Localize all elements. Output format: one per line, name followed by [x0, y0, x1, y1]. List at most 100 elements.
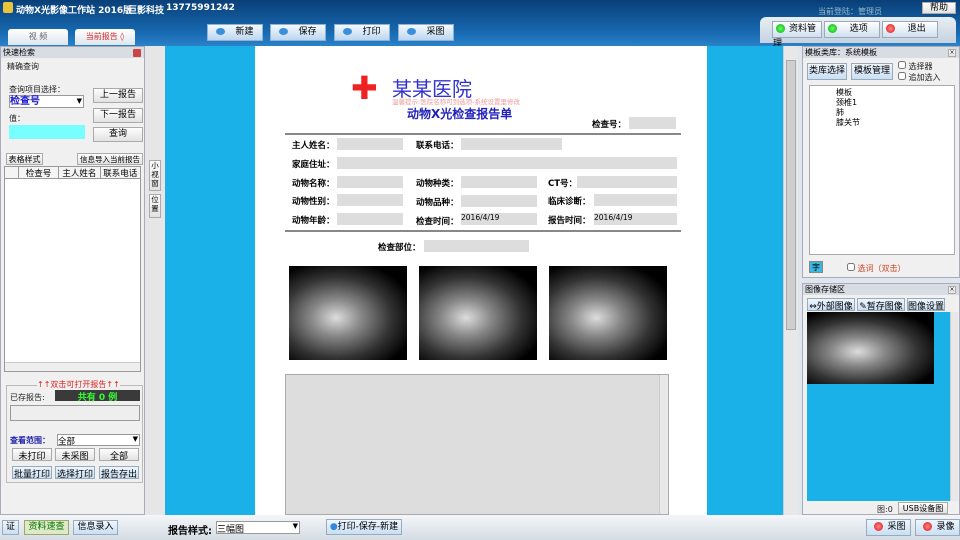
export-report-button[interactable]: 报告存出: [99, 466, 139, 480]
filter-no-image[interactable]: 未采图: [55, 448, 95, 462]
status-red-icon: [886, 24, 895, 33]
chevron-down-icon: ▼: [132, 435, 138, 443]
selector-checkbox[interactable]: 选择器: [898, 61, 933, 72]
position-tab[interactable]: 位置: [149, 194, 161, 218]
xray-image-3[interactable]: [549, 266, 667, 360]
exam-part-label: 检查部位：: [378, 243, 421, 253]
image-settings-button[interactable]: 图像设置: [907, 298, 945, 312]
image-list[interactable]: [807, 312, 950, 501]
value: 全部: [58, 437, 76, 447]
font-button[interactable]: 字: [809, 261, 823, 273]
capture-image-button[interactable]: 采图: [866, 519, 911, 536]
range-select[interactable]: 全部 ▼: [57, 434, 140, 447]
label: 采图: [887, 522, 906, 532]
checkbox[interactable]: [847, 263, 855, 271]
report-time-field[interactable]: 2016/4/19: [594, 213, 677, 225]
label: 追加选入: [908, 73, 941, 82]
col-phone[interactable]: 联系电话: [101, 167, 140, 178]
append-checkbox[interactable]: 追加选入: [898, 72, 941, 83]
template-tree[interactable]: 模板 颈椎1 肺 膝关节: [809, 85, 955, 255]
prev-report-button[interactable]: 上一报告: [93, 88, 143, 103]
tree-item[interactable]: 膝关节: [836, 118, 954, 128]
report-page: ✚ 某某医院 温馨提示:医院名称可到选项-系统设置里修改 动物X光检查报告单 检…: [255, 46, 707, 515]
bottom-tab-cert[interactable]: 证: [2, 520, 19, 535]
xray-image-1[interactable]: [289, 266, 407, 360]
report-style-label: 报告样式:: [168, 526, 212, 537]
import-info-button[interactable]: 信息导入当前报告: [77, 153, 143, 165]
tree-item[interactable]: 模板: [836, 88, 954, 98]
checkbox[interactable]: [898, 61, 906, 69]
saved-list[interactable]: [10, 405, 140, 421]
close-icon[interactable]: ×: [948, 286, 956, 294]
batch-print-button[interactable]: 批量打印: [12, 466, 52, 480]
print-button[interactable]: 打印: [334, 24, 390, 41]
filter-unprinted[interactable]: 未打印: [12, 448, 52, 462]
tab-video[interactable]: 视 频: [8, 29, 68, 45]
horizontal-scrollbar[interactable]: [5, 362, 140, 371]
scrollbar[interactable]: [659, 375, 668, 514]
animal-name-field[interactable]: [337, 176, 403, 188]
phone-label: 联系电话：: [416, 141, 459, 151]
usb-image-button[interactable]: USB设备图像: [898, 502, 948, 524]
exam-part-field[interactable]: [424, 240, 529, 252]
address-field[interactable]: [337, 157, 677, 169]
scrollbar-thumb[interactable]: [786, 60, 796, 330]
lock-icon: [3, 2, 13, 13]
help-button[interactable]: 帮助: [922, 2, 956, 14]
report-table[interactable]: 检查号 主人姓名 联系电话: [4, 166, 141, 372]
stored-xray-thumbnail[interactable]: [807, 312, 934, 384]
template-manage-button[interactable]: 模板管理: [851, 63, 893, 80]
close-icon[interactable]: [133, 49, 141, 57]
options-button[interactable]: 选项: [824, 21, 880, 38]
record-button[interactable]: 录像: [915, 519, 960, 536]
owner-field[interactable]: [337, 138, 403, 150]
range-label: 查看范围：: [10, 436, 50, 445]
new-button[interactable]: 新建: [207, 24, 263, 41]
bottom-tab-info-entry[interactable]: 信息录入: [73, 520, 118, 535]
print-icon: ●: [329, 522, 338, 532]
table-style-button[interactable]: 表格样式: [6, 153, 43, 165]
temp-image-button[interactable]: ✎暂存图像: [857, 298, 905, 312]
field-select[interactable]: 检查号 ▼: [9, 95, 84, 108]
report-style-select[interactable]: 三幅图 ▼: [216, 521, 300, 535]
close-icon[interactable]: ×: [948, 49, 956, 57]
tree-item[interactable]: 肺: [836, 108, 954, 118]
data-management-button[interactable]: 资料管理: [772, 21, 822, 49]
filter-all[interactable]: 全部: [99, 448, 139, 462]
print-save-new-button[interactable]: ●打印-保存-新建: [326, 519, 402, 535]
print-icon: [343, 28, 353, 35]
col-exam-no[interactable]: 检查号: [19, 167, 60, 179]
tab-current-report[interactable]: 当前报告 ◊: [75, 29, 135, 45]
temp-icon: ✎: [859, 302, 867, 312]
small-view-tab[interactable]: 小视窗: [149, 160, 161, 191]
saved-label: 已存报告:: [10, 393, 45, 402]
vertical-scrollbar[interactable]: [783, 46, 798, 515]
sex-field[interactable]: [337, 194, 403, 206]
phone-field[interactable]: [461, 138, 562, 150]
checkbox[interactable]: [898, 72, 906, 80]
breed-field[interactable]: [461, 195, 537, 207]
query-button[interactable]: 查询: [93, 127, 143, 142]
bottom-tab-quick-lookup[interactable]: 资料速查: [24, 520, 69, 535]
select-word-checkbox[interactable]: 选词（双击）: [847, 263, 906, 274]
diagnosis-field[interactable]: [594, 194, 677, 206]
select-print-button[interactable]: 选择打印: [55, 466, 95, 480]
tree-item[interactable]: 颈椎1: [836, 98, 954, 108]
scrollbar[interactable]: [950, 312, 958, 501]
red-cross-logo-icon: ✚: [351, 69, 378, 107]
findings-textarea[interactable]: [285, 374, 669, 515]
ct-field[interactable]: [577, 176, 677, 188]
exit-button[interactable]: 退出: [882, 21, 938, 38]
capture-button[interactable]: 采图: [398, 24, 454, 41]
xray-image-2[interactable]: [419, 266, 537, 360]
save-button[interactable]: 保存: [270, 24, 326, 41]
exam-time-field[interactable]: 2016/4/19: [461, 213, 537, 225]
library-select-button[interactable]: 类库选择: [807, 63, 847, 80]
col-owner[interactable]: 主人姓名: [59, 167, 101, 179]
exam-no-field[interactable]: [629, 117, 676, 129]
external-image-button[interactable]: ⇔外部图像: [807, 298, 855, 312]
next-report-button[interactable]: 下一报告: [93, 108, 143, 123]
value-input[interactable]: [9, 125, 85, 139]
age-field[interactable]: [337, 213, 403, 225]
species-field[interactable]: [461, 176, 537, 188]
